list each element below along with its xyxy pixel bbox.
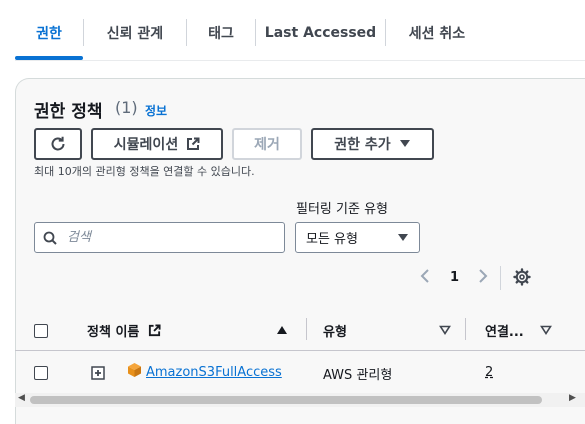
add-permissions-button[interactable]: 권한 추가 bbox=[311, 128, 434, 160]
type-filter-value: 모든 유형 bbox=[306, 232, 358, 247]
sort-icon[interactable] bbox=[540, 325, 552, 335]
column-divider[interactable] bbox=[306, 318, 307, 340]
tab-permissions[interactable]: 권한 bbox=[15, 16, 83, 50]
attached-entities-count[interactable]: 2 bbox=[485, 365, 493, 380]
chevron-right-icon bbox=[479, 269, 488, 283]
tab-last-accessed[interactable]: Last Accessed bbox=[256, 16, 385, 50]
policy-count: (1) bbox=[115, 98, 138, 117]
column-header-type[interactable]: 유형 bbox=[323, 321, 347, 340]
filter-type-label: 필터링 기준 유형 bbox=[296, 202, 388, 217]
table-header-divider bbox=[15, 350, 585, 351]
expand-row-icon[interactable] bbox=[91, 366, 105, 380]
simulate-button-label: 시뮬레이션 bbox=[113, 137, 179, 153]
column-divider[interactable] bbox=[465, 318, 466, 340]
aws-managed-policy-icon bbox=[128, 363, 141, 377]
pagination-divider bbox=[500, 266, 501, 290]
preferences-button[interactable] bbox=[513, 268, 531, 290]
caret-down-icon bbox=[398, 233, 408, 241]
current-page-number[interactable]: 1 bbox=[450, 270, 459, 285]
refresh-button[interactable] bbox=[34, 128, 82, 160]
search-field[interactable] bbox=[65, 229, 269, 246]
section-title: 권한 정책 bbox=[34, 102, 103, 122]
search-input[interactable] bbox=[34, 222, 285, 253]
scroll-right-icon[interactable]: ▶ bbox=[569, 393, 576, 403]
tab-bar-divider bbox=[15, 60, 585, 61]
next-page-button[interactable] bbox=[478, 268, 488, 288]
column-header-policy-name[interactable]: 정책 이름 bbox=[87, 321, 161, 340]
external-link-icon bbox=[148, 324, 161, 337]
scroll-left-icon[interactable]: ◀ bbox=[18, 393, 25, 403]
sort-ascending-icon[interactable] bbox=[276, 325, 288, 335]
caret-down-icon bbox=[399, 140, 410, 147]
tab-revoke-sessions[interactable]: 세션 취소 bbox=[386, 16, 488, 50]
refresh-icon bbox=[51, 136, 65, 151]
remove-button-label: 제거 bbox=[254, 137, 280, 153]
attach-limit-hint: 최대 10개의 관리형 정책을 연결할 수 있습니다. bbox=[34, 165, 255, 178]
sort-icon[interactable] bbox=[439, 325, 451, 335]
scrollbar-thumb[interactable] bbox=[30, 396, 542, 404]
row-checkbox[interactable] bbox=[34, 366, 48, 380]
simulate-button[interactable]: 시뮬레이션 bbox=[91, 128, 223, 160]
select-all-checkbox[interactable] bbox=[34, 324, 48, 338]
info-link[interactable]: 정보 bbox=[145, 102, 167, 119]
column-label: 정책 이름 bbox=[87, 325, 140, 340]
search-icon bbox=[43, 231, 57, 245]
column-header-attached-entities[interactable]: 연결... bbox=[485, 321, 524, 340]
previous-page-button[interactable] bbox=[420, 268, 430, 288]
tab-tags[interactable]: 태그 bbox=[187, 16, 255, 50]
chevron-left-icon bbox=[420, 269, 429, 283]
type-filter-select[interactable]: 모든 유형 bbox=[295, 222, 420, 253]
external-link-icon bbox=[187, 137, 200, 150]
policy-name-link[interactable]: AmazonS3FullAccess bbox=[146, 365, 282, 380]
gear-icon bbox=[513, 268, 531, 286]
remove-button[interactable]: 제거 bbox=[232, 128, 302, 160]
tab-trust-relationships[interactable]: 신뢰 관계 bbox=[84, 16, 186, 50]
policy-type: AWS 관리형 bbox=[323, 368, 393, 383]
add-permissions-label: 권한 추가 bbox=[334, 137, 391, 153]
